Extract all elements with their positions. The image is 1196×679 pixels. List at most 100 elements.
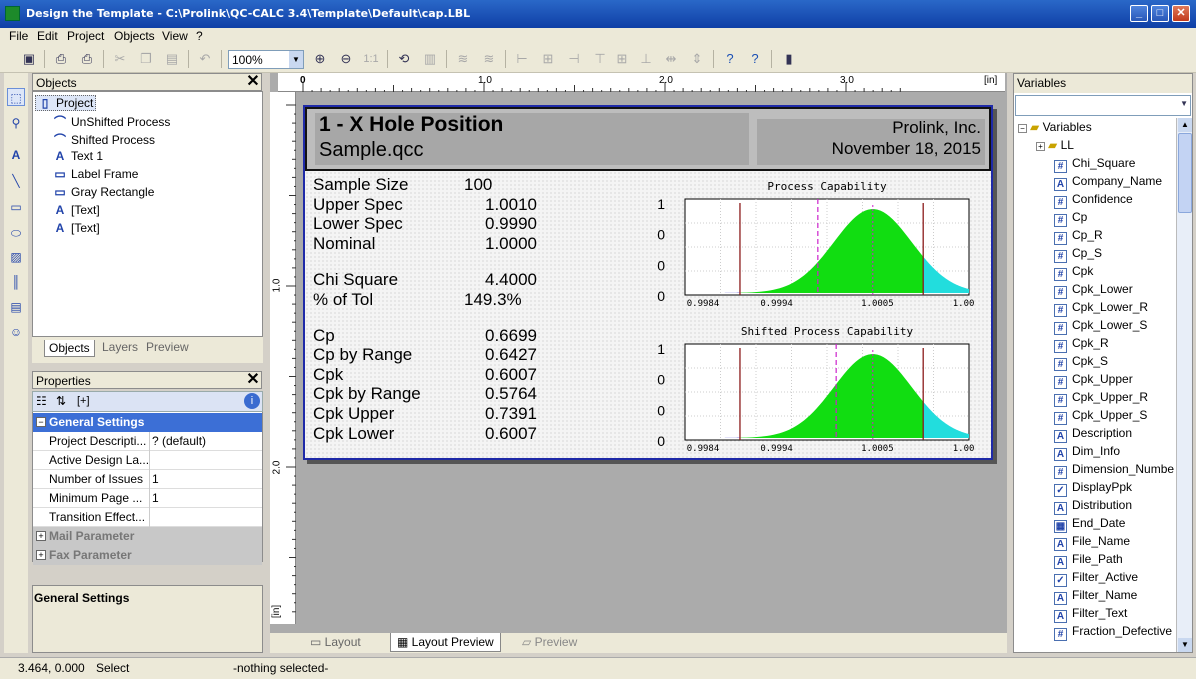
- tree-folder-ll[interactable]: + ▰ LL: [1036, 138, 1074, 152]
- variable-item[interactable]: # Cpk_Lower_S: [1054, 318, 1147, 335]
- process-capability-chart[interactable]: Process Capability 1 0 0 0 0.9984 0.9994 1.0005…: [645, 177, 975, 317]
- tab-preview-bottom[interactable]: ▱ Preview: [522, 635, 577, 649]
- space-vertical-icon[interactable]: ⇕: [688, 50, 706, 68]
- categorized-icon[interactable]: ☷: [36, 394, 47, 408]
- report-page[interactable]: 1 - X Hole Position Sample.qcc Prolink, …: [303, 105, 993, 460]
- tab-preview[interactable]: Preview: [146, 340, 189, 354]
- zoom-1to1-button[interactable]: 1:1: [361, 50, 381, 68]
- properties-close-icon[interactable]: ✕: [244, 371, 262, 389]
- variables-filter-input[interactable]: ▼: [1015, 95, 1191, 116]
- objects-close-icon[interactable]: ✕: [244, 73, 262, 91]
- line-tool-icon[interactable]: ╲: [7, 172, 25, 190]
- variable-item[interactable]: # Chi_Square: [1054, 156, 1135, 173]
- menu-view[interactable]: View: [162, 29, 188, 43]
- print-preview-icon[interactable]: ⎙: [78, 50, 96, 68]
- variable-item[interactable]: ✓ Filter_Active: [1054, 570, 1138, 587]
- expand-all-button[interactable]: [+]: [77, 395, 90, 407]
- prop-row[interactable]: Minimum Page ... 1: [33, 489, 262, 508]
- variable-item[interactable]: A Filter_Name: [1054, 588, 1137, 605]
- tree-item-text1[interactable]: A Text 1: [53, 149, 103, 163]
- refresh-icon[interactable]: ⟲: [395, 50, 413, 68]
- group-mail-parameter[interactable]: + Mail Parameter: [33, 527, 262, 546]
- align-bottom-icon[interactable]: ⊥: [637, 50, 655, 68]
- help-icon[interactable]: ?: [721, 50, 739, 68]
- variable-item[interactable]: # Cpk: [1054, 264, 1093, 281]
- info-icon[interactable]: i: [244, 393, 260, 409]
- variable-item[interactable]: A Dim_Info: [1054, 444, 1120, 461]
- prop-row[interactable]: Project Descripti...? (default): [33, 432, 262, 451]
- variable-item[interactable]: # Cpk_S: [1054, 354, 1108, 371]
- bring-front-icon[interactable]: ≋: [454, 50, 472, 68]
- scroll-thumb[interactable]: [1178, 133, 1192, 213]
- chart-tool-icon[interactable]: ▤: [7, 298, 25, 316]
- close-button[interactable]: ✕: [1172, 5, 1190, 22]
- menu-project[interactable]: Project: [67, 29, 104, 43]
- variable-item[interactable]: A Filter_Text: [1054, 606, 1127, 623]
- variable-item[interactable]: # Cpk_Lower_R: [1054, 300, 1148, 317]
- variable-item[interactable]: # Cpk_Upper_R: [1054, 390, 1148, 407]
- tree-item-project[interactable]: ▯ Project: [35, 95, 97, 111]
- save-icon[interactable]: ▣: [20, 50, 38, 68]
- tree-item-text-a[interactable]: A [Text]: [53, 203, 100, 217]
- variable-item[interactable]: # Cpk_Upper: [1054, 372, 1133, 389]
- exit-icon[interactable]: ▮: [780, 50, 798, 68]
- zoom-out-icon[interactable]: ⊖: [337, 50, 355, 68]
- align-left-icon[interactable]: ⊢: [513, 50, 531, 68]
- context-help-icon[interactable]: ?: [746, 50, 764, 68]
- tree-item-unshifted[interactable]: ⌒ UnShifted Process: [53, 113, 170, 130]
- report-header[interactable]: 1 - X Hole Position Sample.qcc Prolink, …: [305, 107, 991, 171]
- tree-item-gray-rect[interactable]: ▭ Gray Rectangle: [53, 185, 154, 199]
- variable-item[interactable]: ▦ End_Date: [1054, 516, 1125, 533]
- sort-az-icon[interactable]: ⇅: [56, 394, 66, 408]
- menu-objects[interactable]: Objects: [114, 29, 155, 43]
- scroll-down-icon[interactable]: ▼: [1178, 638, 1192, 652]
- paste-icon[interactable]: ▤: [163, 50, 181, 68]
- align-right-icon[interactable]: ⊣: [565, 50, 583, 68]
- image-tool-icon[interactable]: ▨: [7, 248, 25, 266]
- variable-item[interactable]: # Dimension_Numbe: [1054, 462, 1174, 479]
- properties-icon[interactable]: ▥: [421, 50, 439, 68]
- group-general-settings[interactable]: − General Settings: [33, 413, 262, 432]
- select-tool-icon[interactable]: ⬚: [7, 88, 25, 106]
- zoom-in-icon[interactable]: ⊕: [311, 50, 329, 68]
- zoom-select[interactable]: 100% ▼: [228, 50, 304, 69]
- copy-icon[interactable]: ❐: [137, 50, 155, 68]
- tree-root-variables[interactable]: − ▰ Variables: [1018, 120, 1092, 134]
- align-top-icon[interactable]: ⊤: [591, 50, 609, 68]
- shifted-capability-chart[interactable]: Shifted Process Capability 1 0 0 0 0.9984 0.99…: [645, 322, 975, 462]
- variable-item[interactable]: ✓ DisplayPpk: [1054, 480, 1132, 497]
- variable-item[interactable]: A File_Name: [1054, 534, 1130, 551]
- prop-row[interactable]: Active Design La...: [33, 451, 262, 470]
- cut-icon[interactable]: ✂: [111, 50, 129, 68]
- barcode-tool-icon[interactable]: ║: [7, 273, 25, 291]
- tree-item-text-b[interactable]: A [Text]: [53, 221, 100, 235]
- variable-item[interactable]: # Cpk_Upper_S: [1054, 408, 1147, 425]
- variable-item[interactable]: A Company_Name: [1054, 174, 1162, 191]
- tab-layers[interactable]: Layers: [102, 340, 138, 354]
- undo-icon[interactable]: ↶: [196, 50, 214, 68]
- rectangle-tool-icon[interactable]: ▭: [7, 198, 25, 216]
- group-fax-parameter[interactable]: + Fax Parameter: [33, 546, 262, 565]
- align-middle-icon[interactable]: ⊞: [613, 50, 631, 68]
- tab-objects[interactable]: Objects: [44, 340, 95, 357]
- prop-row[interactable]: Number of Issues 1: [33, 470, 262, 489]
- variable-item[interactable]: # Cp_S: [1054, 246, 1102, 263]
- minimize-button[interactable]: _: [1130, 5, 1148, 22]
- variable-item[interactable]: # Confidence: [1054, 192, 1133, 209]
- text-tool-icon[interactable]: A: [7, 146, 25, 164]
- tab-layout[interactable]: ▭ Layout: [310, 635, 361, 649]
- tree-item-shifted[interactable]: ⌒ Shifted Process: [53, 131, 155, 148]
- menu-edit[interactable]: Edit: [37, 29, 58, 43]
- tree-item-label-frame[interactable]: ▭ Label Frame: [53, 167, 138, 181]
- ellipse-tool-icon[interactable]: ⬭: [7, 224, 25, 242]
- tab-layout-preview[interactable]: ▦ Layout Preview: [390, 633, 501, 652]
- variable-item[interactable]: # Cp: [1054, 210, 1087, 227]
- align-center-icon[interactable]: ⊞: [539, 50, 557, 68]
- variable-item[interactable]: A File_Path: [1054, 552, 1123, 569]
- space-horizontal-icon[interactable]: ⇹: [662, 50, 680, 68]
- variables-scrollbar[interactable]: ▲ ▼: [1176, 118, 1192, 652]
- menu-help[interactable]: ?: [196, 29, 203, 43]
- scroll-up-icon[interactable]: ▲: [1178, 118, 1192, 132]
- form-tool-icon[interactable]: ☺: [7, 323, 25, 341]
- print-icon[interactable]: ⎙: [52, 50, 70, 68]
